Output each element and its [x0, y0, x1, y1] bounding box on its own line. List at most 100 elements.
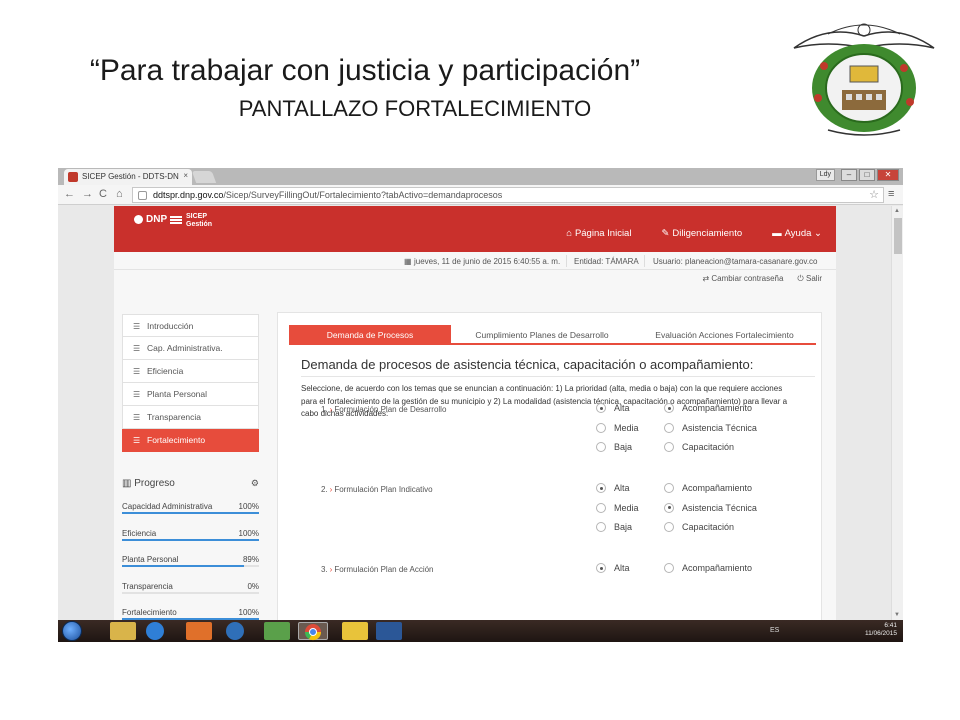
priority-option[interactable]: Alta — [596, 563, 630, 573]
page-scrollbar[interactable]: ▲ ▼ — [891, 206, 903, 620]
modality-option[interactable]: Acompañamiento — [664, 483, 752, 493]
file-explorer-icon[interactable] — [110, 622, 136, 640]
progress-label: Fortalecimiento — [122, 608, 177, 617]
browser-menu-icon[interactable]: ≡ — [888, 188, 894, 200]
system-clock[interactable]: 6:41 11/06/2015 — [865, 622, 897, 638]
radio-button[interactable] — [664, 483, 674, 493]
session-user: Usuario: planeacion@tamara-casanare.gov.… — [653, 257, 818, 266]
radio-button[interactable] — [596, 403, 606, 413]
scroll-up-icon[interactable]: ▲ — [894, 208, 900, 214]
browser-tab[interactable]: SICEP Gestión - DDTS-DN × — [64, 169, 192, 185]
profile-chip[interactable]: Ldy — [815, 169, 835, 181]
reload-icon[interactable]: C — [99, 188, 107, 200]
nav-help[interactable]: ▬ Ayuda ⌄ — [772, 228, 822, 239]
bar-chart-icon: ▥ — [122, 478, 132, 489]
radio-button[interactable] — [664, 563, 674, 573]
sidebar-item-eficiencia[interactable]: ☰ Eficiencia — [122, 360, 259, 383]
radio-button[interactable] — [664, 403, 674, 413]
modality-option[interactable]: Acompañamiento — [664, 563, 752, 573]
back-arrow-icon[interactable]: ← — [64, 188, 75, 200]
progress-track — [122, 538, 259, 541]
chevron-right-icon: › — [329, 405, 333, 414]
nav-diligenciamiento[interactable]: ✎ Diligenciamiento — [661, 228, 742, 239]
minimize-icon[interactable]: – — [841, 169, 857, 181]
modality-option[interactable]: Acompañamiento — [664, 403, 752, 413]
messenger-icon[interactable] — [264, 622, 290, 640]
priority-option[interactable]: Baja — [596, 442, 632, 452]
priority-option[interactable]: Media — [596, 422, 639, 433]
modality-option[interactable]: Asistencia Técnica — [664, 502, 757, 513]
url-host: ddtspr.dnp.gov.co — [153, 190, 224, 200]
modality-option[interactable]: Asistencia Técnica — [664, 422, 757, 433]
gear-icon[interactable]: ⚙ — [251, 478, 259, 489]
sidebar-item-transparencia[interactable]: ☰ Transparencia — [122, 406, 259, 429]
progress-percent: 100% — [238, 502, 259, 511]
section-instructions: Seleccione, de acuerdo con los temas que… — [301, 384, 788, 418]
radio-button[interactable] — [596, 522, 606, 532]
modality-option[interactable]: Capacitación — [664, 522, 734, 532]
radio-button[interactable] — [596, 422, 606, 433]
priority-option[interactable]: Alta — [596, 483, 630, 493]
bookmark-star-icon[interactable]: ☆ — [869, 188, 879, 201]
list-icon: ☰ — [133, 322, 141, 331]
logout-link[interactable]: ⏻ Salir — [797, 274, 822, 284]
dnp-logo[interactable]: DNP — [134, 214, 183, 225]
modality-option[interactable]: Capacitación — [664, 442, 734, 452]
forward-arrow-icon[interactable]: → — [82, 188, 93, 200]
radio-button[interactable] — [664, 522, 674, 532]
list-icon: ☰ — [133, 367, 141, 376]
priority-option[interactable]: Alta — [596, 403, 630, 413]
new-tab-button[interactable] — [191, 171, 217, 183]
progress-row: Planta Personal 89% — [122, 551, 259, 578]
url-input[interactable]: ddtspr.dnp.gov.co/Sicep/SurveyFillingOut… — [132, 187, 884, 203]
progress-fill — [122, 538, 259, 541]
radio-button[interactable] — [596, 483, 606, 493]
question-label: 1. › Formulación Plan de Desarrollo — [321, 405, 447, 414]
app-icon-blue[interactable] — [226, 622, 244, 640]
progress-track — [122, 565, 259, 567]
radio-button[interactable] — [664, 502, 674, 513]
scrollbar-thumb[interactable] — [894, 218, 902, 254]
radio-button[interactable] — [596, 502, 606, 513]
tab-cumplimiento-planes[interactable]: Cumplimiento Planes de Desarrollo — [451, 325, 633, 345]
radio-button[interactable] — [664, 422, 674, 433]
slide-subtitle: PANTALLAZO FORTALECIMIENTO — [238, 96, 592, 121]
question-label: 2. › Formulación Plan Indicativo — [321, 485, 433, 494]
close-tab-icon[interactable]: × — [183, 171, 188, 180]
priority-option[interactable]: Media — [596, 502, 639, 513]
sidebar-item-fortalecimiento[interactable]: ☰ Fortalecimiento — [122, 429, 259, 452]
chat-icon: ▬ — [772, 228, 782, 239]
sidebar-item-cap-administrativa[interactable]: ☰ Cap. Administrativa. — [122, 337, 259, 360]
tab-demanda-procesos[interactable]: Demanda de Procesos — [289, 325, 451, 345]
radio-button[interactable] — [664, 442, 674, 452]
list-icon: ☰ — [133, 344, 141, 353]
session-info-bar: ▦ jueves, 11 de junio de 2015 6:40:55 a.… — [114, 252, 836, 270]
start-button[interactable] — [62, 621, 82, 641]
tab-evaluacion-acciones[interactable]: Evaluación Acciones Fortalecimiento — [633, 325, 816, 345]
chrome-icon[interactable] — [298, 622, 328, 641]
page-info-icon[interactable] — [138, 191, 147, 200]
flag-stripes-icon — [170, 215, 183, 224]
maximize-icon[interactable]: □ — [859, 169, 875, 181]
section-heading: Demanda de procesos de asistencia técnic… — [301, 357, 754, 372]
app-icon-yellow[interactable] — [342, 622, 368, 640]
progress-label: Planta Personal — [122, 555, 179, 564]
progress-row: Eficiencia 100% — [122, 525, 259, 552]
internet-explorer-icon[interactable] — [146, 622, 164, 640]
section-sidebar: ☰ Introducción ☰ Cap. Administrativa. ☰ Efi… — [122, 314, 259, 452]
list-icon: ☰ — [133, 390, 141, 399]
close-window-icon[interactable]: ✕ — [877, 169, 899, 181]
sidebar-item-introduccion[interactable]: ☰ Introducción — [122, 314, 259, 337]
home-icon[interactable]: ⌂ — [116, 188, 123, 200]
radio-button[interactable] — [596, 563, 606, 573]
sidebar-item-planta-personal[interactable]: ☰ Planta Personal — [122, 383, 259, 406]
language-indicator[interactable]: ES — [770, 627, 779, 634]
nav-home[interactable]: ⌂ Página Inicial — [566, 228, 631, 239]
change-password-link[interactable]: ⇄ Cambiar contraseña — [702, 274, 783, 284]
word-icon[interactable] — [376, 622, 402, 640]
radio-button[interactable] — [596, 442, 606, 452]
scroll-down-icon[interactable]: ▼ — [894, 612, 900, 618]
progress-fill — [122, 565, 244, 567]
priority-option[interactable]: Baja — [596, 522, 632, 532]
media-player-icon[interactable] — [186, 622, 212, 640]
